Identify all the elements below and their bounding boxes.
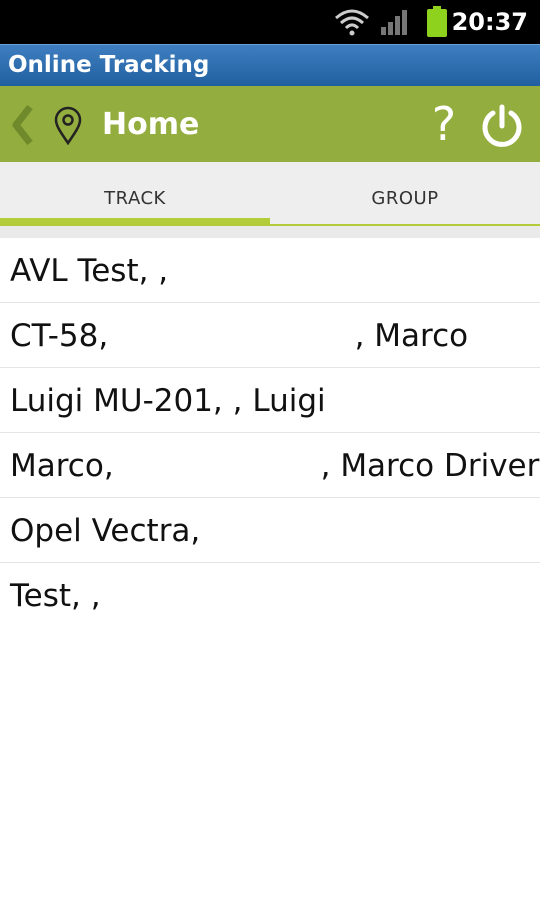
tab-group-label: GROUP — [371, 188, 439, 209]
power-icon[interactable] — [480, 104, 524, 148]
location-pin-icon — [54, 106, 82, 146]
status-bar: 20:37 — [0, 0, 540, 44]
help-icon[interactable]: ? — [424, 98, 464, 150]
list-item[interactable]: CT-58, , Marco — [0, 303, 540, 368]
app-title: Online Tracking — [8, 52, 210, 78]
tab-group[interactable]: GROUP — [270, 162, 540, 224]
list-item[interactable]: AVL Test, , — [0, 238, 540, 303]
battery-icon — [427, 6, 447, 37]
action-bar: Home ? — [0, 86, 540, 162]
app-title-bar: Online Tracking — [0, 44, 540, 86]
list-item[interactable]: Test, , — [0, 563, 540, 628]
status-time: 20:37 — [451, 8, 528, 36]
list-item[interactable]: Luigi MU-201, , Luigi — [0, 368, 540, 433]
list-item[interactable]: Marco, , Marco Driver — [0, 433, 540, 498]
page-title: Home — [102, 107, 200, 142]
tab-track-label: TRACK — [104, 188, 166, 209]
list-divider — [0, 226, 540, 238]
signal-icon — [381, 10, 407, 35]
tab-track[interactable]: TRACK — [0, 162, 270, 226]
tab-bar: TRACK GROUP — [0, 162, 540, 226]
vehicle-list: AVL Test, , CT-58, , Marco Luigi MU-201,… — [0, 238, 540, 628]
list-item[interactable]: Opel Vectra, — [0, 498, 540, 563]
tab-selected-indicator — [0, 218, 270, 226]
wifi-icon — [335, 9, 369, 36]
back-chevron-icon[interactable] — [10, 104, 36, 146]
